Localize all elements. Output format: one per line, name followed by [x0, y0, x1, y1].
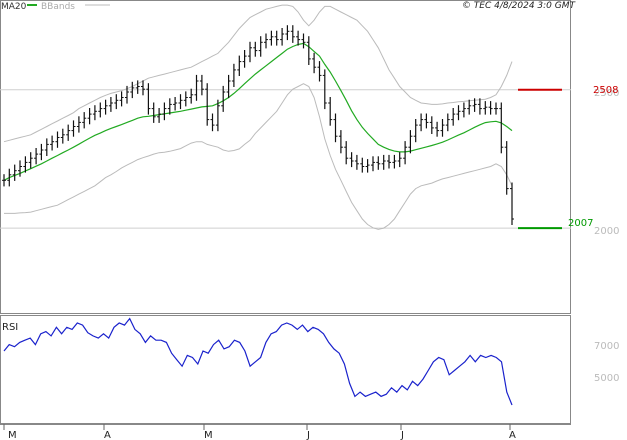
chart-marks [0, 4, 571, 430]
x-tick-label-0: M [8, 430, 17, 440]
x-tick-label-1: A [104, 430, 111, 440]
stock-chart: MA20 BBands © TEC 4/8/2024 3:0 GMT 2500 … [0, 0, 619, 440]
y-tick-rsi-0: 7000 [594, 341, 619, 352]
price-panel-frame [0, 0, 571, 314]
rsi-panel-frame [0, 315, 571, 424]
copyright-text: © TEC 4/8/2024 3:0 GMT [462, 1, 577, 11]
x-tick-label-3: J [306, 430, 310, 440]
bollinger-upper-line [3, 4, 513, 143]
support-level-label: 2007 [568, 218, 593, 229]
legend-bb: BBands [41, 2, 75, 12]
resistance-level-label: 2508 [593, 85, 618, 96]
y-tick-rsi-1: 5000 [594, 373, 619, 384]
rsi-line [3, 317, 513, 406]
ma20-line [3, 42, 513, 181]
x-axis-labels: M A M J J A [8, 430, 516, 440]
chart-container: MA20 BBands © TEC 4/8/2024 3:0 GMT 2500 … [0, 0, 627, 440]
rsi-label: RSI [2, 322, 18, 333]
legend-ma: MA20 [1, 2, 27, 12]
x-tick-label-5: A [509, 430, 516, 440]
y-tick-price-1: 2000 [594, 226, 619, 237]
bollinger-lower-line [4, 83, 513, 230]
x-tick-label-2: M [204, 430, 213, 440]
x-tick-label-4: J [400, 430, 404, 440]
